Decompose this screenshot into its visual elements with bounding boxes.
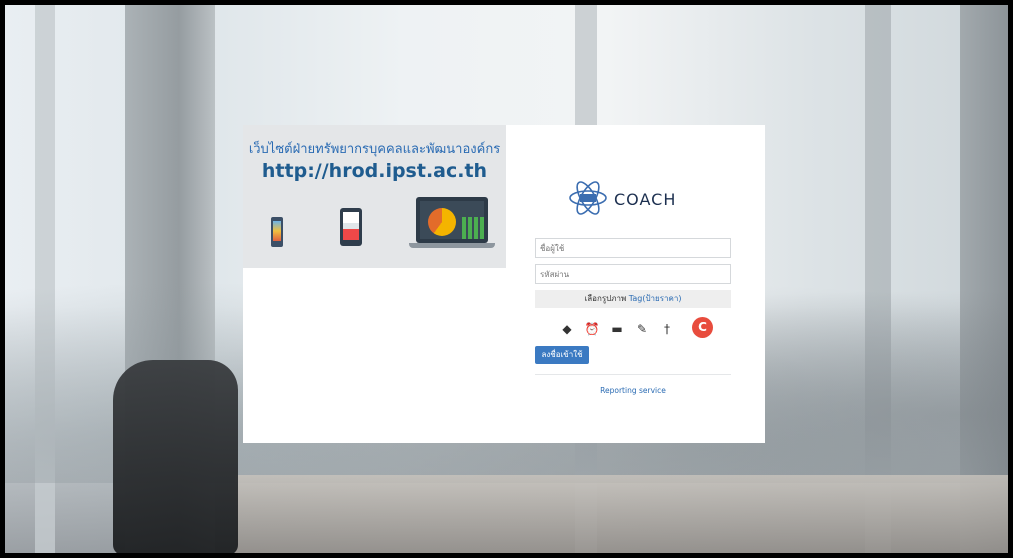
laptop-base xyxy=(409,243,495,248)
hr-website-banner[interactable]: เว็บไซต์ฝ่ายทรัพยากรบุคคลและพัฒนาองค์กร … xyxy=(243,125,506,268)
login-card: COACH เลือกรูปภาพ Tag(ป้ายราคา) ◆ ⏰ ▬ ✎ … xyxy=(506,125,765,443)
tag-icon[interactable]: ◆ xyxy=(559,321,575,337)
pencil-icon[interactable]: ✎ xyxy=(634,321,650,337)
password-input[interactable] xyxy=(535,264,731,284)
captcha-instruction-prefix: เลือกรูปภาพ xyxy=(584,294,627,303)
divider xyxy=(535,374,731,375)
smartphone-icon xyxy=(271,217,283,247)
laptop-icon xyxy=(416,197,488,243)
alarm-clock-icon[interactable]: ⏰ xyxy=(584,321,600,337)
bar-chart-icon xyxy=(462,217,484,239)
coach-logo-icon xyxy=(569,181,607,215)
banner-url[interactable]: http://hrod.ipst.ac.th xyxy=(243,160,506,182)
captcha-instruction: เลือกรูปภาพ Tag(ป้ายราคา) xyxy=(535,290,731,308)
refresh-icon[interactable]: C xyxy=(692,317,713,338)
username-input[interactable] xyxy=(535,238,731,258)
reporting-service-link[interactable]: Reporting service xyxy=(535,386,731,395)
conference-table xyxy=(235,475,1008,553)
pie-chart-icon xyxy=(428,208,456,236)
truck-icon[interactable]: ▬ xyxy=(609,321,625,337)
login-card-left-panel xyxy=(243,268,506,443)
pin-icon[interactable]: † xyxy=(659,321,675,337)
coach-logo-text: COACH xyxy=(614,190,677,209)
tablet-icon xyxy=(340,208,362,246)
captcha-instruction-tag: Tag(ป้ายราคา) xyxy=(628,294,682,303)
login-button[interactable]: ลงชื่อเข้าใช้ xyxy=(535,346,589,364)
screen: เว็บไซต์ฝ่ายทรัพยากรบุคคลและพัฒนาองค์กร … xyxy=(0,0,1013,558)
banner-title: เว็บไซต์ฝ่ายทรัพยากรบุคคลและพัฒนาองค์กร xyxy=(248,142,501,157)
office-chair xyxy=(113,360,238,553)
captcha-icon-row: ◆ ⏰ ▬ ✎ † C xyxy=(559,317,719,340)
